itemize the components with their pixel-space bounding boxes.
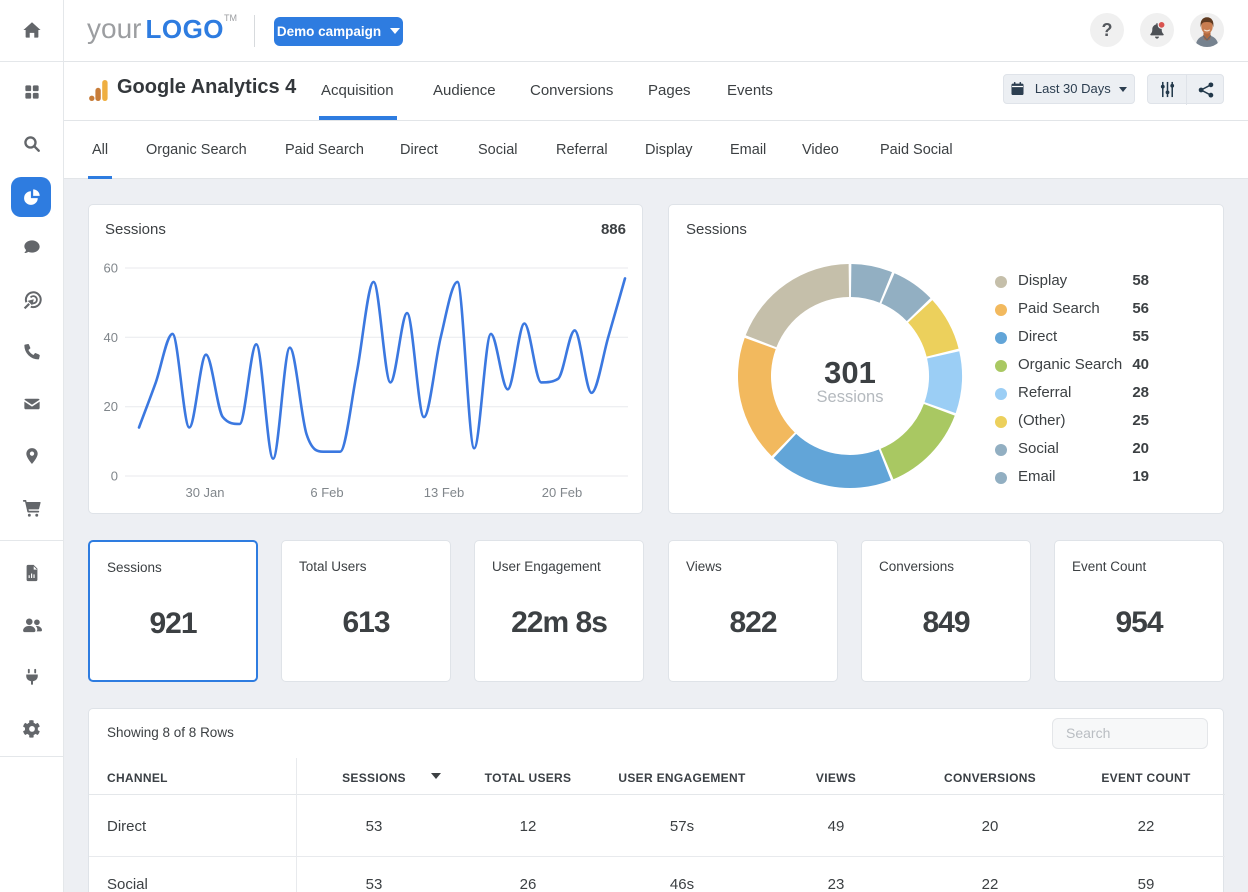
svg-text:30 Jan: 30 Jan bbox=[185, 485, 224, 500]
svg-text:20 Feb: 20 Feb bbox=[542, 485, 582, 500]
svg-text:40: 40 bbox=[104, 330, 118, 345]
svg-text:301: 301 bbox=[824, 355, 876, 390]
svg-text:13 Feb: 13 Feb bbox=[424, 485, 464, 500]
svg-text:60: 60 bbox=[104, 261, 118, 276]
svg-text:0: 0 bbox=[111, 469, 118, 484]
svg-text:Sessions: Sessions bbox=[817, 388, 884, 406]
svg-text:6 Feb: 6 Feb bbox=[310, 485, 343, 500]
svg-text:20: 20 bbox=[104, 399, 118, 414]
